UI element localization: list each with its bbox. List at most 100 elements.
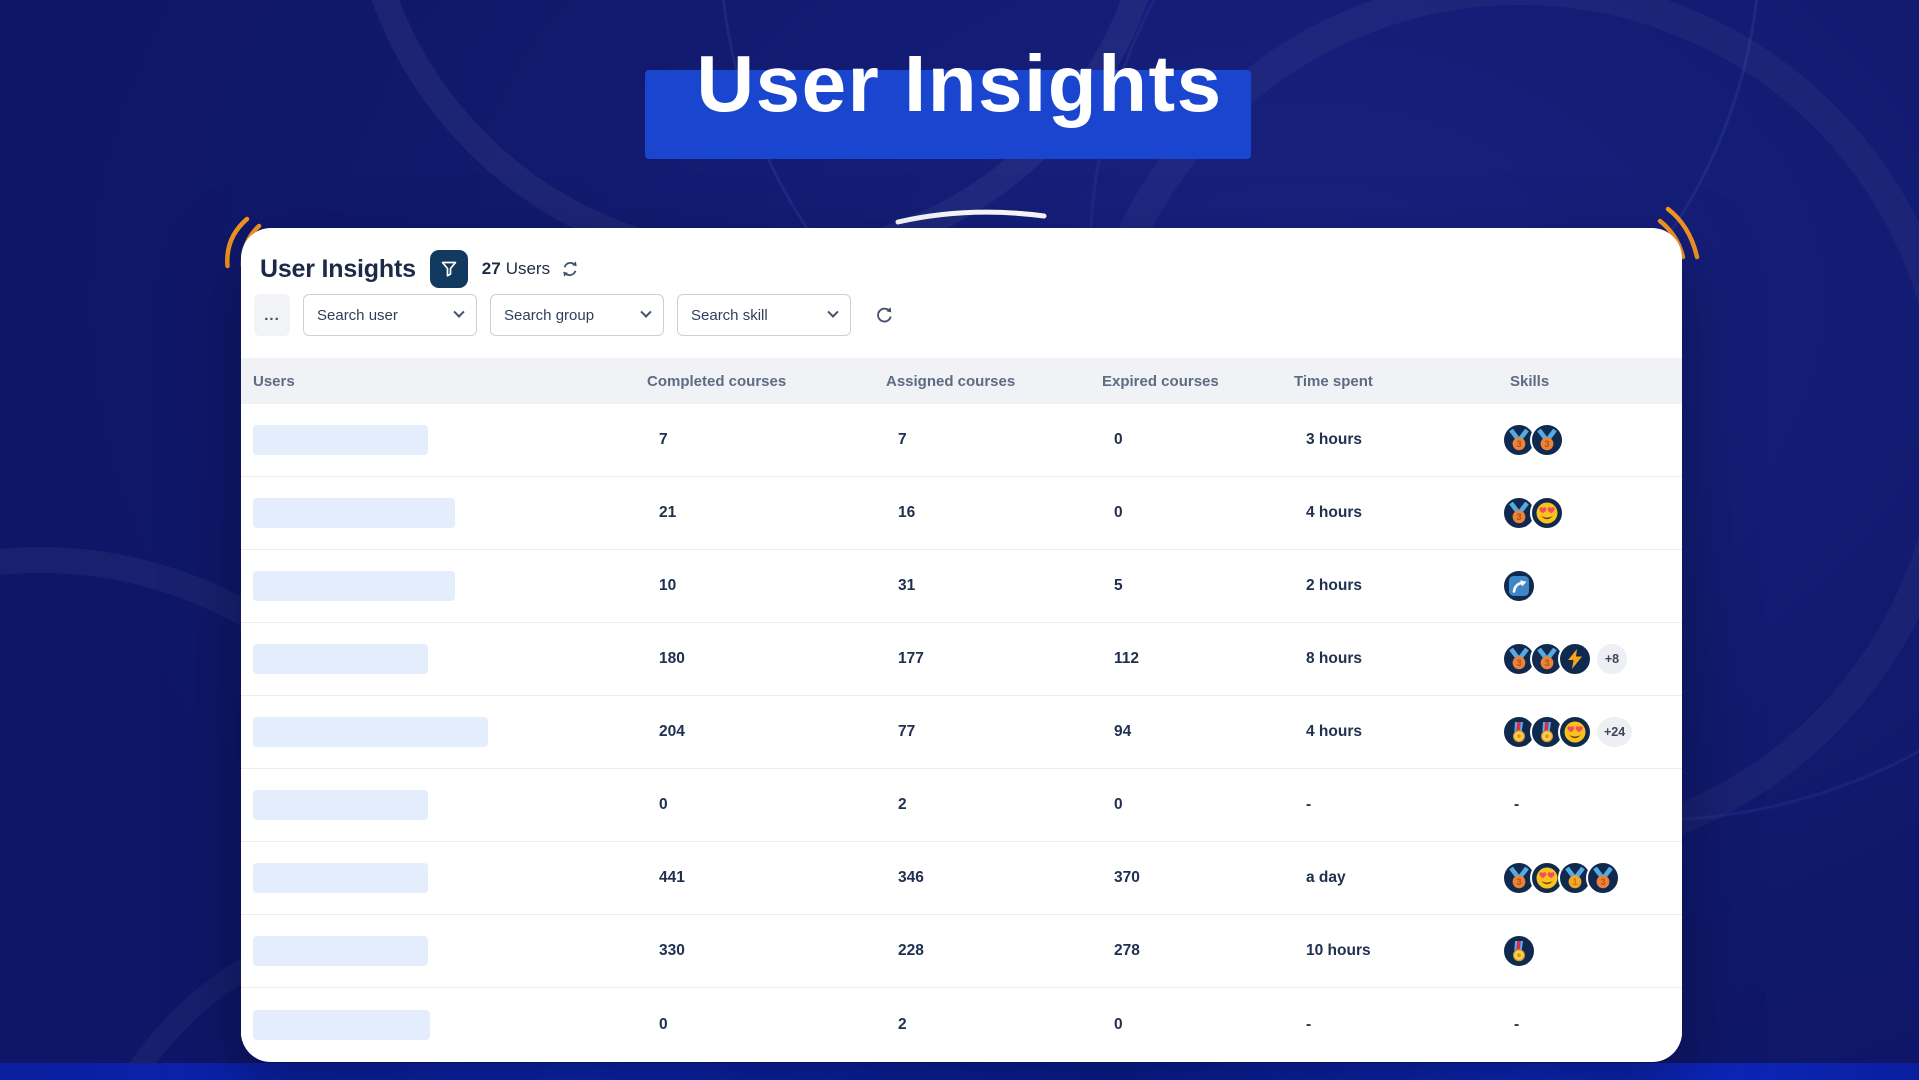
military-medal-icon[interactable] [1502,934,1536,968]
svg-text:3: 3 [1516,877,1521,887]
heart-eyes-icon[interactable] [1558,715,1592,749]
user-name-placeholder [253,1010,430,1040]
svg-text:3: 3 [1544,658,1549,668]
skills-cell [1502,569,1682,603]
chevron-down-icon [453,307,464,318]
table-row[interactable]: 020-- [241,769,1682,842]
chevron-down-icon [827,307,838,318]
column-header: Assigned courses [886,373,1102,390]
column-header: Users [253,373,647,390]
table-row[interactable]: 20477944 hours +24 [241,696,1682,769]
card-header: User Insights 27 Users [241,228,1682,288]
svg-text:3: 3 [1516,439,1521,449]
user-name-placeholder [253,498,455,528]
user-cell [253,1010,647,1040]
dropdown-placeholder: Search group [504,307,594,324]
completed-courses-cell: 0 [647,1016,886,1034]
completed-courses-cell: 7 [647,431,886,449]
heart-eyes-icon[interactable] [1530,496,1564,530]
no-skills-dash: - [1514,1016,1519,1034]
user-name-placeholder [253,644,428,674]
search-dropdown-group[interactable]: Search group [490,294,664,336]
dropdown-placeholder: Search skill [691,307,768,324]
skill-count-badge[interactable]: +24 [1595,715,1634,749]
search-dropdown-user[interactable]: Search user [303,294,477,336]
skills-cell: +24 [1502,715,1682,749]
skills-cell: - [1502,796,1682,814]
user-cell [253,425,647,455]
skills-cell [1502,934,1682,968]
filter-button[interactable] [430,250,468,288]
refresh-icon[interactable] [874,305,894,325]
assigned-courses-cell: 2 [886,796,1102,814]
user-name-placeholder [253,717,488,747]
skills-cell: 3 3 +8 [1502,642,1682,676]
table-row[interactable]: 1801771128 hours 3 3 +8 [241,623,1682,696]
bottom-band [0,1063,1919,1080]
assigned-courses-cell: 31 [886,577,1102,595]
card-title: User Insights [260,255,416,284]
users-count-label: Users [506,259,550,279]
column-header: Skills [1510,373,1682,390]
skills-cell: - [1502,1016,1682,1034]
no-skills-dash: - [1514,796,1519,814]
expired-courses-cell: 5 [1102,577,1294,595]
skill-count-badge[interactable]: +8 [1595,642,1629,676]
svg-text:3: 3 [1544,439,1549,449]
more-filters-button[interactable]: ... [254,294,290,336]
svg-text:3: 3 [1516,512,1521,522]
table-row[interactable]: 441346370a day 3 1 3 [241,842,1682,915]
svg-text:3: 3 [1516,658,1521,668]
time-spent-cell: 4 hours [1294,723,1510,741]
bronze-medal-icon[interactable]: 3 [1586,861,1620,895]
completed-courses-cell: 204 [647,723,886,741]
completed-courses-cell: 330 [647,942,886,960]
column-header: Time spent [1294,373,1510,390]
time-spent-cell: 2 hours [1294,577,1510,595]
user-cell [253,571,647,601]
time-spent-cell: - [1294,796,1510,814]
expired-courses-cell: 0 [1102,1016,1294,1034]
completed-courses-cell: 441 [647,869,886,887]
sync-icon[interactable] [560,259,580,279]
table-row[interactable]: 33022827810 hours [241,915,1682,988]
expired-courses-cell: 94 [1102,723,1294,741]
assigned-courses-cell: 177 [886,650,1102,668]
assigned-courses-cell: 228 [886,942,1102,960]
user-insights-card: User Insights 27 Users ... Search userSe… [241,228,1682,1062]
table-row[interactable]: 103152 hours [241,550,1682,623]
user-cell [253,936,647,966]
expired-courses-cell: 278 [1102,942,1294,960]
search-dropdown-skill[interactable]: Search skill [677,294,851,336]
user-cell [253,863,647,893]
user-cell [253,790,647,820]
table-row[interactable]: 211604 hours 3 [241,477,1682,550]
skills-cell: 3 3 [1502,423,1682,457]
user-name-placeholder [253,790,428,820]
time-spent-cell: 10 hours [1294,942,1510,960]
lightning-icon[interactable] [1558,642,1592,676]
table-row[interactable]: 7703 hours 3 3 [241,404,1682,477]
user-cell [253,644,647,674]
curve-arrow-icon[interactable] [1502,569,1536,603]
assigned-courses-cell: 7 [886,431,1102,449]
table-row[interactable]: 020-- [241,988,1682,1061]
completed-courses-cell: 0 [647,796,886,814]
svg-text:1: 1 [1572,877,1577,887]
user-name-placeholder [253,571,455,601]
dropdown-placeholder: Search user [317,307,398,324]
completed-courses-cell: 180 [647,650,886,668]
assigned-courses-cell: 77 [886,723,1102,741]
completed-courses-cell: 10 [647,577,886,595]
users-count: 27 Users [482,259,550,279]
hero: User Insights [0,0,1919,230]
time-spent-cell: - [1294,1016,1510,1034]
time-spent-cell: a day [1294,869,1510,887]
chevron-down-icon [640,307,651,318]
skills-cell: 3 1 3 [1502,861,1682,895]
svg-text:3: 3 [1600,877,1605,887]
table-header: UsersCompleted coursesAssigned coursesEx… [241,358,1682,404]
expired-courses-cell: 112 [1102,650,1294,668]
bronze-medal-icon[interactable]: 3 [1530,423,1564,457]
expired-courses-cell: 0 [1102,796,1294,814]
